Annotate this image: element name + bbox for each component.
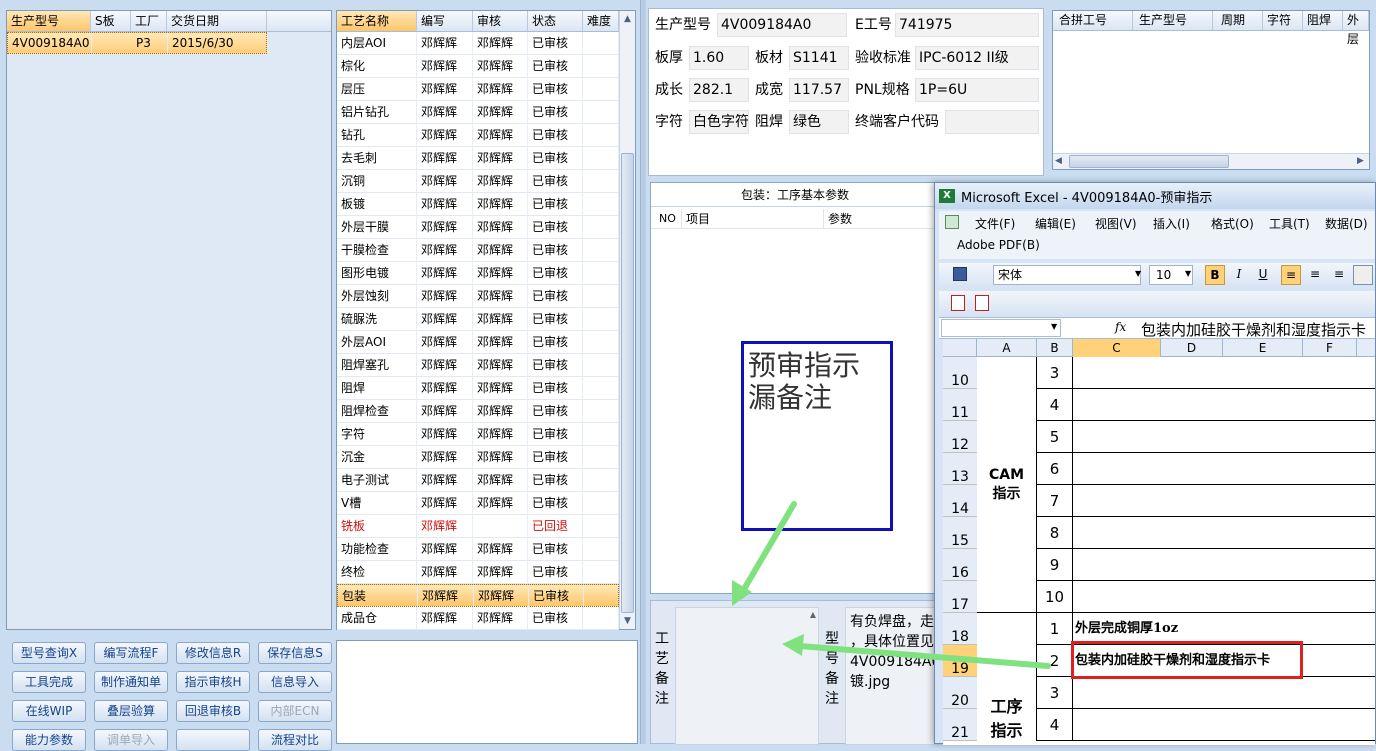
- arrow-line-up: [737, 501, 797, 599]
- annotation-arrows: [732, 501, 1051, 669]
- arrow-line-left: [797, 643, 1051, 669]
- arrow-head-left: [782, 634, 804, 656]
